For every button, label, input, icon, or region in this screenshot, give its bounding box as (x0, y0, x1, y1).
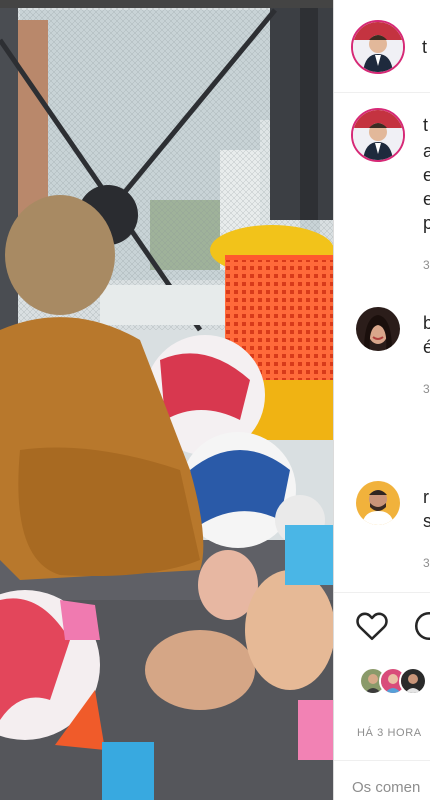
comment-text-line: p (423, 212, 430, 234)
liked-by-avatars[interactable] (359, 667, 430, 697)
comment-text-line: t (423, 115, 429, 135)
commenter-avatar-image (353, 110, 403, 160)
author-avatar[interactable] (351, 20, 405, 74)
comment-text-line: e (423, 164, 430, 186)
header-divider (334, 92, 430, 93)
commenter-avatar[interactable] (351, 108, 405, 162)
commenter-avatar-image (356, 307, 400, 351)
author-username[interactable]: t (422, 36, 427, 58)
like-heart-icon[interactable] (355, 610, 389, 642)
composer-divider (334, 760, 430, 761)
comment-text-line: b (423, 312, 430, 334)
comment-input[interactable]: Os comen (352, 779, 420, 796)
commenter-avatar[interactable] (356, 481, 400, 525)
comment-time: 3 (423, 258, 430, 272)
comment-text-line: s (423, 510, 430, 532)
comment-text-line: r (423, 487, 429, 507)
comment-bubble-icon[interactable] (412, 610, 430, 642)
author-avatar-image (353, 22, 403, 72)
post-date[interactable]: HÁ 3 HORA (357, 727, 422, 739)
comment-time: 3 (423, 382, 430, 396)
liker-avatar (399, 667, 427, 695)
commenter-avatar-image (356, 481, 400, 525)
comment-text-line: é (423, 336, 430, 358)
post-side-panel: t t a e e p 3 (333, 0, 430, 800)
actions-divider (334, 592, 430, 593)
post-photo[interactable] (0, 0, 333, 800)
comment-time: 3 (423, 556, 430, 570)
liker-avatar-image (401, 669, 425, 693)
photo-illustration (0, 0, 333, 800)
heart-icon (356, 612, 388, 641)
commenter-avatar[interactable] (356, 307, 400, 351)
comment-text-line: e (423, 188, 430, 210)
speech-bubble-icon (414, 611, 430, 641)
comment-text-line: a (423, 140, 430, 162)
